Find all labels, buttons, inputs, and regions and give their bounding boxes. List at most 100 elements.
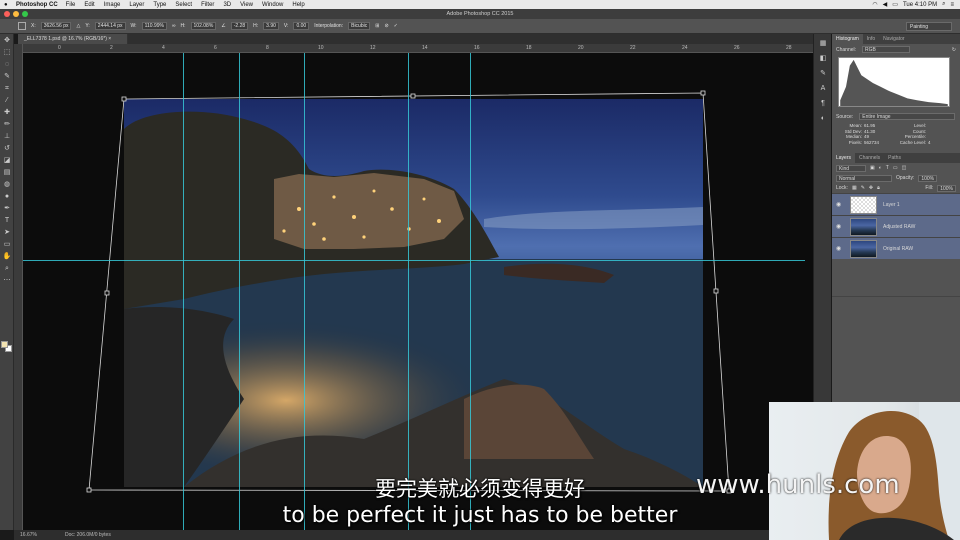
tab-channels[interactable]: Channels bbox=[855, 153, 884, 163]
visibility-eye-icon[interactable]: ◉ bbox=[836, 201, 844, 208]
menu-window[interactable]: Window bbox=[262, 2, 283, 8]
history-brush-icon[interactable]: ↺ bbox=[2, 144, 12, 154]
marquee-tool-icon[interactable]: ⬚ bbox=[2, 48, 12, 58]
source-select[interactable]: Entire Image bbox=[859, 113, 956, 120]
filter-adjust-icon[interactable]: ◐ bbox=[879, 165, 882, 171]
lock-all-icon[interactable]: 🔒︎ bbox=[877, 185, 880, 191]
hskew-field[interactable]: 3.90 bbox=[263, 22, 279, 30]
layer-name[interactable]: Layer 1 bbox=[883, 202, 900, 208]
menu-file[interactable]: File bbox=[66, 2, 76, 8]
refresh-histogram-icon[interactable]: ↻ bbox=[952, 47, 956, 53]
opacity-field[interactable]: 100% bbox=[918, 174, 938, 182]
visibility-eye-icon[interactable]: ◉ bbox=[836, 245, 844, 252]
warp-mode-icon[interactable]: ⊞ bbox=[375, 23, 379, 29]
tab-paths[interactable]: Paths bbox=[884, 153, 905, 163]
apple-menu-icon[interactable]: ● bbox=[4, 2, 16, 8]
path-select-tool-icon[interactable]: ➤ bbox=[2, 228, 12, 238]
spotlight-search-icon[interactable]: ⌕ bbox=[942, 1, 945, 8]
menu-select[interactable]: Select bbox=[175, 2, 192, 8]
menu-layer[interactable]: Layer bbox=[129, 2, 144, 8]
document-tab[interactable]: _ELL7378 1.psd @ 16.7% (RGB/16*) × bbox=[18, 34, 128, 44]
lock-paint-icon[interactable]: ✎ bbox=[861, 185, 865, 191]
menu-help[interactable]: Help bbox=[292, 2, 304, 8]
visibility-eye-icon[interactable]: ◉ bbox=[836, 223, 844, 230]
vskew-field[interactable]: 0.00 bbox=[293, 22, 310, 30]
eraser-tool-icon[interactable]: ◪ bbox=[2, 156, 12, 166]
menu-view[interactable]: View bbox=[240, 2, 253, 8]
filter-smart-icon[interactable]: ◫ bbox=[902, 165, 907, 171]
menu-edit[interactable]: Edit bbox=[84, 2, 94, 8]
lasso-tool-icon[interactable]: ◌ bbox=[2, 60, 12, 70]
commit-transform-icon[interactable]: ✓ bbox=[394, 23, 398, 29]
interpolation-select[interactable]: Bicubic bbox=[348, 22, 371, 30]
y-field[interactable]: 2444.14 px bbox=[94, 22, 126, 30]
horizontal-ruler[interactable]: 0 2 4 6 8 10 12 14 16 18 20 22 24 26 28 bbox=[18, 44, 813, 53]
notification-center-icon[interactable]: ≡ bbox=[950, 2, 954, 8]
more-tools-icon[interactable]: ⋯ bbox=[2, 276, 12, 286]
tab-info[interactable]: Info bbox=[863, 34, 879, 44]
minimize-window-button[interactable] bbox=[13, 11, 19, 17]
lock-position-icon[interactable]: ✥ bbox=[869, 185, 873, 191]
guide-vertical[interactable] bbox=[470, 53, 471, 530]
zoom-readout[interactable]: 16.67% bbox=[20, 530, 37, 540]
stamp-tool-icon[interactable]: ⊥ bbox=[2, 132, 12, 142]
free-transform-box[interactable] bbox=[23, 53, 813, 530]
healing-tool-icon[interactable]: ✚ bbox=[2, 108, 12, 118]
menu-type[interactable]: Type bbox=[153, 2, 166, 8]
guide-vertical[interactable] bbox=[239, 53, 240, 530]
fill-field[interactable]: 100% bbox=[937, 184, 956, 192]
menu-image[interactable]: Image bbox=[104, 2, 121, 8]
filter-shape-icon[interactable]: ▭ bbox=[893, 165, 898, 171]
menu-app-name[interactable]: Photoshop CC bbox=[16, 2, 58, 8]
character-panel-icon[interactable]: A bbox=[818, 84, 828, 94]
layer-row[interactable]: ◉ Layer 1 bbox=[832, 193, 960, 215]
tab-layers[interactable]: Layers bbox=[832, 153, 856, 163]
menu-3d[interactable]: 3D bbox=[223, 2, 231, 8]
close-window-button[interactable] bbox=[4, 11, 10, 17]
angle-field[interactable]: -2.28 bbox=[230, 22, 249, 30]
move-tool-icon[interactable]: ✥ bbox=[2, 36, 12, 46]
blur-tool-icon[interactable]: ◍ bbox=[2, 180, 12, 190]
tab-navigator[interactable]: Navigator bbox=[879, 34, 908, 44]
layer-name[interactable]: Original RAW bbox=[883, 246, 913, 252]
x-field[interactable]: 3626.56 px bbox=[40, 22, 72, 30]
menubar-clock[interactable]: Tue 4:10 PM bbox=[903, 2, 937, 8]
brush-panel-icon[interactable]: ✎ bbox=[818, 69, 828, 79]
zoom-tool-icon[interactable]: ⌕ bbox=[2, 264, 12, 274]
shape-tool-icon[interactable]: ▭ bbox=[2, 240, 12, 250]
reference-point-icon[interactable] bbox=[18, 22, 26, 30]
paragraph-panel-icon[interactable]: ¶ bbox=[818, 99, 828, 109]
height-field[interactable]: 102.08% bbox=[190, 22, 217, 30]
pen-tool-icon[interactable]: ✒ bbox=[2, 204, 12, 214]
quick-select-tool-icon[interactable]: ✎ bbox=[2, 72, 12, 82]
layer-name[interactable]: Adjusted RAW bbox=[883, 224, 915, 230]
brush-tool-icon[interactable]: ✏ bbox=[2, 120, 12, 130]
guide-horizontal[interactable] bbox=[23, 260, 805, 261]
width-field[interactable]: 110.99% bbox=[141, 22, 167, 30]
wifi-icon[interactable]: ◠ bbox=[872, 1, 877, 8]
history-panel-icon[interactable]: ▦ bbox=[818, 39, 828, 49]
guide-vertical[interactable] bbox=[183, 53, 184, 530]
adjustments-panel-icon[interactable]: ◐ bbox=[818, 114, 828, 124]
channel-select[interactable]: RGB bbox=[862, 46, 911, 53]
layer-row[interactable]: ◉ Original RAW bbox=[832, 237, 960, 259]
dodge-tool-icon[interactable]: ● bbox=[2, 192, 12, 202]
foreground-color-swatch[interactable] bbox=[1, 341, 8, 348]
layer-kind-filter[interactable]: Kind bbox=[836, 164, 866, 172]
menu-filter[interactable]: Filter bbox=[201, 2, 214, 8]
properties-panel-icon[interactable]: ◧ bbox=[818, 54, 828, 64]
battery-icon[interactable]: ▭ bbox=[892, 1, 898, 8]
layer-row[interactable]: ◉ Adjusted RAW bbox=[832, 215, 960, 237]
type-tool-icon[interactable]: T bbox=[2, 216, 12, 226]
workspace-select[interactable]: Painting bbox=[906, 22, 952, 31]
hand-tool-icon[interactable]: ✋ bbox=[2, 252, 12, 262]
filter-pixel-icon[interactable]: ▣ bbox=[870, 165, 875, 171]
crop-tool-icon[interactable]: ⌗ bbox=[2, 84, 12, 94]
volume-icon[interactable]: ◀ bbox=[883, 1, 888, 8]
link-icon[interactable]: ∞ bbox=[172, 23, 176, 29]
delta-icon[interactable]: △ bbox=[76, 23, 80, 29]
document-size-readout[interactable]: Doc: 206.0M/0 bytes bbox=[65, 530, 111, 540]
canvas-area[interactable] bbox=[23, 53, 813, 530]
eyedropper-tool-icon[interactable]: ⁄ bbox=[2, 96, 12, 106]
vertical-ruler[interactable] bbox=[14, 44, 23, 530]
